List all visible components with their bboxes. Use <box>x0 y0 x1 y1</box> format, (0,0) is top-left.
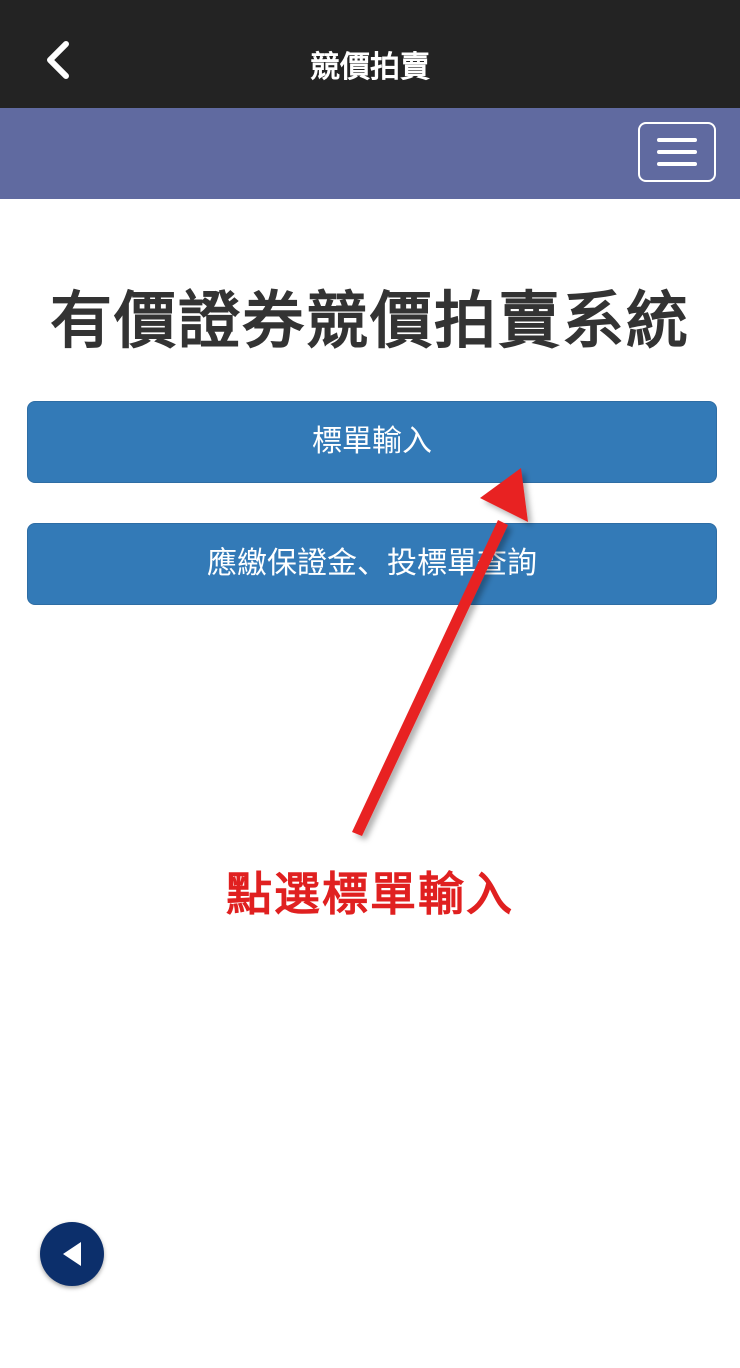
annotation-arrow-icon <box>352 468 528 836</box>
menu-bar-line <box>657 150 697 154</box>
floating-back-button[interactable] <box>40 1222 104 1286</box>
deposit-query-button[interactable]: 應繳保證金、投標單查詢 <box>27 523 717 605</box>
triangle-left-icon <box>63 1242 81 1266</box>
hamburger-menu-icon[interactable] <box>638 122 716 182</box>
bid-entry-button[interactable]: 標單輸入 <box>27 401 717 483</box>
nav-bar <box>0 108 740 199</box>
menu-bar-line <box>657 138 697 142</box>
page-header-title: 競價拍賣 <box>310 50 430 85</box>
page-title: 有價證券競價拍賣系統 <box>49 284 690 357</box>
annotation-label: 點選標單輸入 <box>226 867 514 921</box>
menu-bar-line <box>657 162 697 166</box>
top-bar: 競價拍賣 <box>0 0 740 108</box>
